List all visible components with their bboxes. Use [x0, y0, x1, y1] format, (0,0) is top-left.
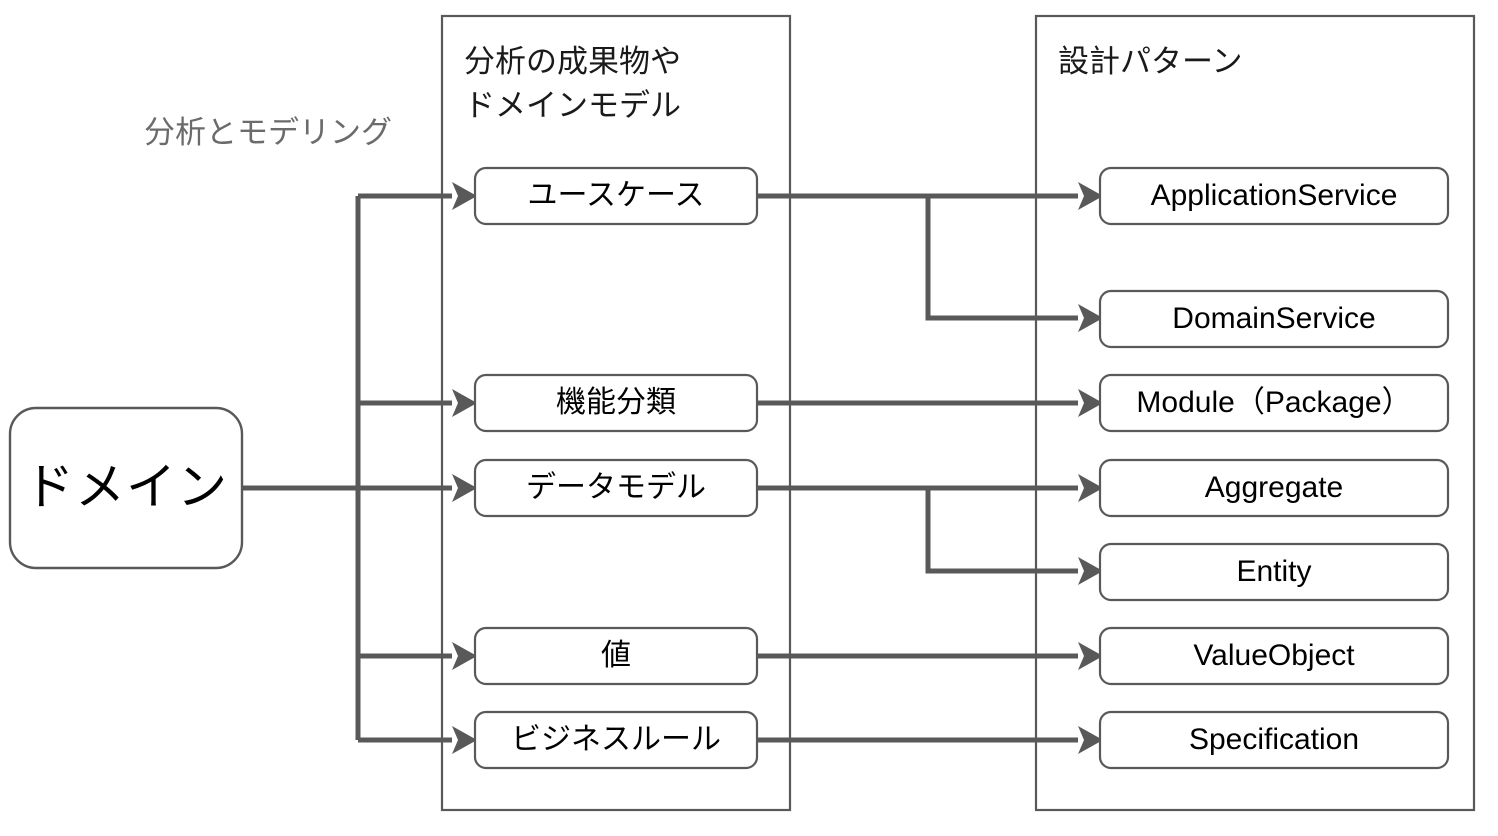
node-application-service-label: ApplicationService: [1151, 179, 1398, 212]
node-module-package[interactable]: Module（Package）: [1098, 373, 1450, 433]
node-entity-label: Entity: [1236, 555, 1311, 588]
node-business-rule[interactable]: ビジネスルール: [473, 710, 759, 770]
node-value-label: 値: [601, 639, 631, 672]
node-value-object-label: ValueObject: [1193, 639, 1355, 672]
node-specification-label: Specification: [1189, 723, 1359, 756]
node-domain-service[interactable]: DomainService: [1098, 289, 1450, 349]
node-function-classification[interactable]: 機能分類: [473, 373, 759, 433]
node-module-package-label: Module（Package）: [1136, 386, 1411, 419]
node-data-model-label: データモデル: [526, 471, 706, 504]
diagram-canvas: 分析の成果物や ドメインモデル 設計パターン 分析とモデリング ドメイン ユース…: [8, 14, 1476, 812]
node-function-classification-label: 機能分類: [556, 386, 676, 419]
node-specification[interactable]: Specification: [1098, 710, 1450, 770]
group-title-analysis-line2: ドメインモデル: [464, 88, 681, 123]
node-domain[interactable]: ドメイン: [8, 406, 244, 570]
diagram-root: 分析の成果物や ドメインモデル 設計パターン 分析とモデリング ドメイン ユース…: [0, 0, 1498, 836]
node-usecase[interactable]: ユースケース: [473, 166, 759, 226]
node-aggregate-label: Aggregate: [1205, 471, 1343, 504]
node-value[interactable]: 値: [473, 626, 759, 686]
group-title-analysis-line1: 分析の成果物や: [464, 44, 681, 79]
node-application-service[interactable]: ApplicationService: [1098, 166, 1450, 226]
group-title-design-patterns: 設計パターン: [1058, 44, 1242, 79]
node-domain-service-label: DomainService: [1172, 302, 1375, 335]
node-value-object[interactable]: ValueObject: [1098, 626, 1450, 686]
node-usecase-label: ユースケース: [528, 179, 705, 212]
node-domain-label: ドメイン: [24, 459, 228, 515]
node-aggregate[interactable]: Aggregate: [1098, 458, 1450, 518]
node-entity[interactable]: Entity: [1098, 542, 1450, 602]
node-business-rule-label: ビジネスルール: [511, 723, 721, 756]
node-data-model[interactable]: データモデル: [473, 458, 759, 518]
stage-caption-analysis-modeling: 分析とモデリング: [144, 115, 392, 150]
